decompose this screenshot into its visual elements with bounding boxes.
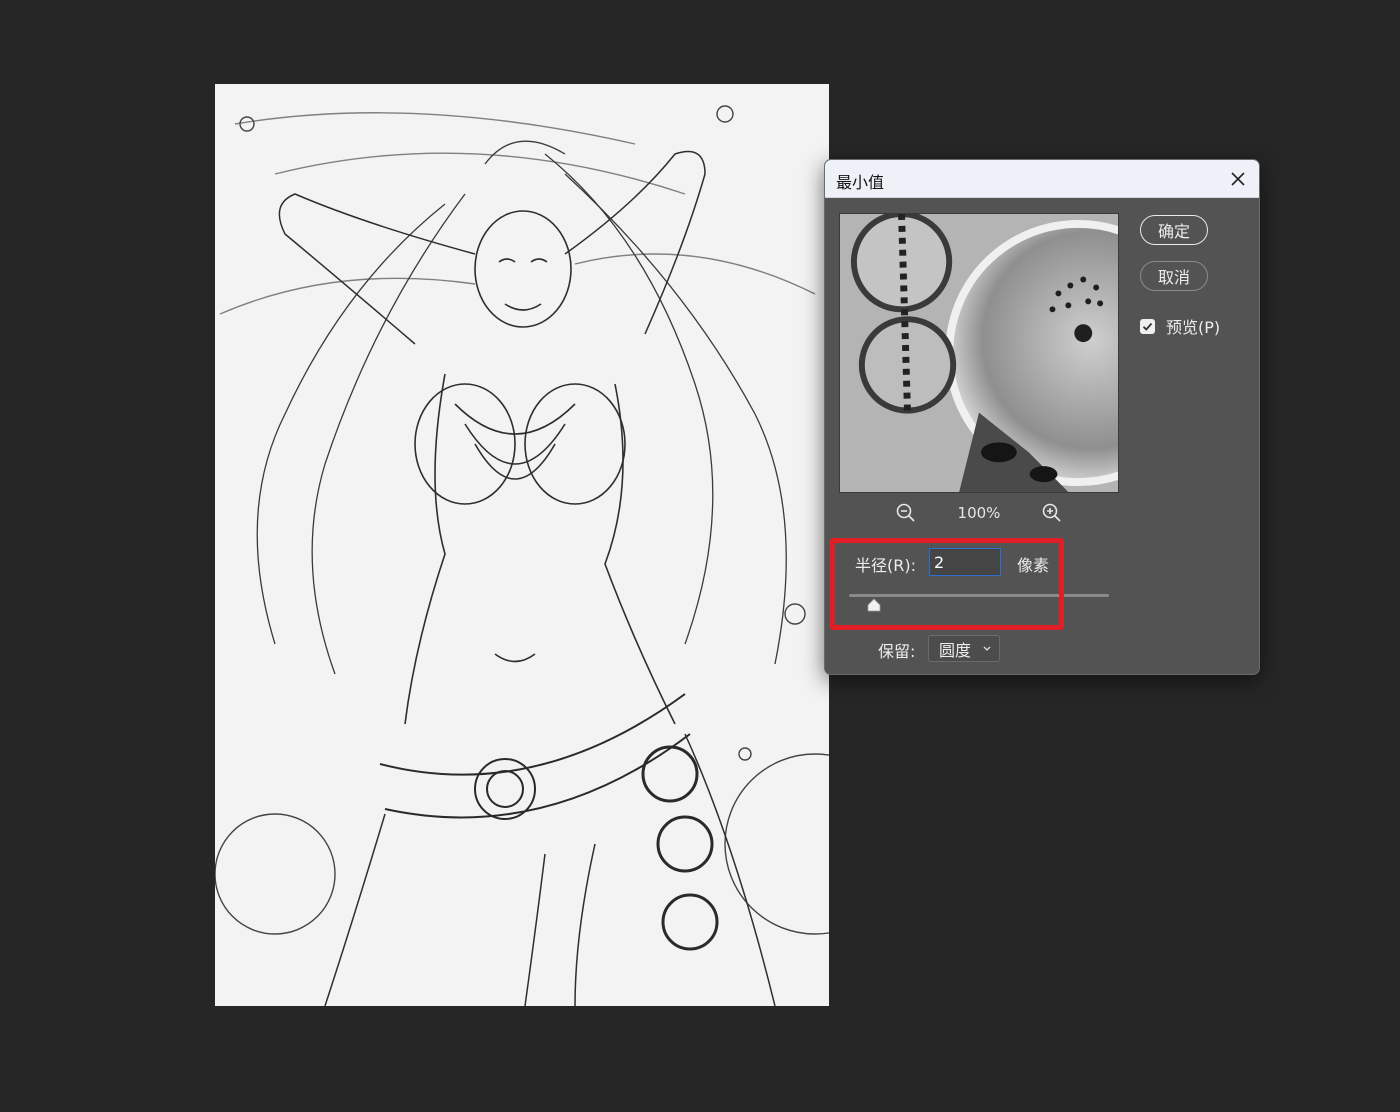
preview-checkbox[interactable]: 预览(P) [1140,315,1220,337]
preserve-value: 圆度 [939,640,972,660]
dialog-titlebar[interactable]: 最小值 [825,160,1259,198]
checkbox-box[interactable] [1140,318,1155,334]
radius-unit: 像素 [1017,556,1050,575]
slider-thumb-icon[interactable] [867,598,881,612]
radius-label: 半径(R): [855,556,916,575]
cancel-button[interactable]: 取消 [1140,261,1208,291]
dialog-title: 最小值 [836,173,885,192]
zoom-in-icon[interactable] [1041,502,1063,524]
radius-slider-track[interactable] [849,594,1109,597]
preview-label: 预览(P) [1166,318,1221,337]
preserve-label: 保留: [878,642,916,661]
zoom-out-icon[interactable] [895,502,917,524]
close-icon [1231,172,1245,186]
canvas-artwork [215,84,829,1006]
filter-preview[interactable] [839,213,1119,493]
checkmark-icon [1142,322,1153,331]
preserve-dropdown[interactable]: 圆度 [928,635,1000,662]
preview-image [840,214,1118,492]
zoom-level: 100% [957,504,1001,522]
minimum-filter-dialog: 最小值 100% 确定 取消 预览(P) 半径(R): 2 像素 保留: 圆度 [824,159,1260,675]
chevron-down-icon [983,646,991,651]
zoom-controls: 100% [839,500,1119,526]
radius-input[interactable] [929,548,1001,576]
close-button[interactable] [1223,164,1253,194]
canvas-document[interactable] [215,84,829,1006]
ok-button[interactable]: 确定 [1140,215,1208,245]
